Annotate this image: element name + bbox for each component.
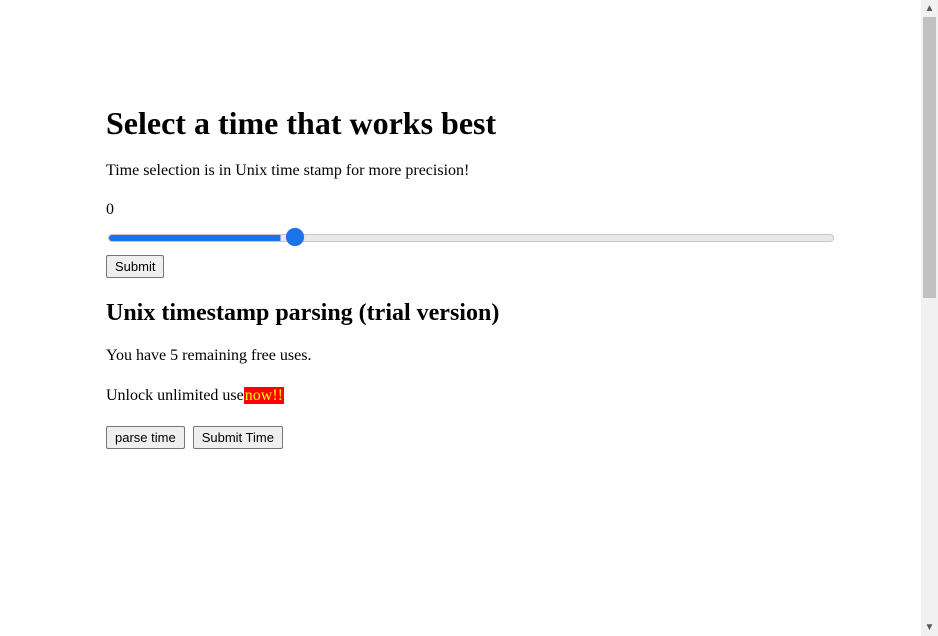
scroll-down-arrow-icon[interactable]: ▼	[921, 619, 938, 636]
page-title: Select a time that works best	[106, 0, 832, 142]
slider-value-label: 0	[106, 201, 832, 219]
page-container: Select a time that works best Time selec…	[0, 0, 938, 489]
intro-text: Time selection is in Unix time stamp for…	[106, 160, 832, 182]
scroll-thumb[interactable]	[923, 17, 936, 298]
unlock-prefix: Unlock unlimited use	[106, 387, 244, 404]
remaining-uses-text: You have 5 remaining free uses.	[106, 345, 832, 367]
unlock-now-badge[interactable]: now!!	[244, 387, 284, 404]
parser-heading: Unix timestamp parsing (trial version)	[106, 300, 832, 327]
parser-button-row: parse time Submit Time	[106, 426, 832, 449]
time-slider[interactable]	[108, 234, 834, 242]
unlock-line: Unlock unlimited usenow!!	[106, 385, 832, 407]
submit-time-button[interactable]: Submit Time	[193, 426, 283, 449]
parse-time-button[interactable]: parse time	[106, 426, 185, 449]
submit-row: Submit	[106, 255, 832, 278]
submit-button[interactable]: Submit	[106, 255, 164, 278]
scroll-up-arrow-icon[interactable]: ▲	[921, 0, 938, 17]
slider-container	[106, 229, 832, 247]
vertical-scrollbar[interactable]: ▲ ▼	[921, 0, 938, 636]
